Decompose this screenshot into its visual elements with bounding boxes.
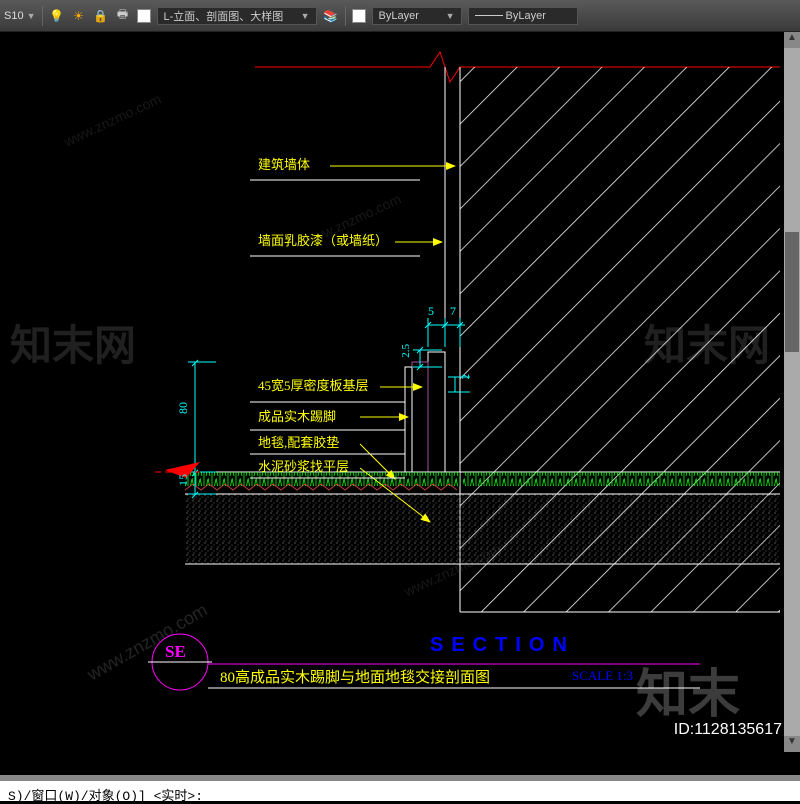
annot-carpet: 地毯,配套胶垫 — [258, 432, 339, 451]
command-line[interactable]: S)/窗口(W)/对象(O)] <实时>: — [0, 775, 800, 801]
layer-manager-icon[interactable]: 📚 — [323, 8, 339, 24]
section-header: SECTION — [430, 634, 575, 657]
separator — [42, 6, 43, 26]
image-id: ID:1128135617 — [666, 717, 790, 743]
scroll-up-arrow[interactable]: ▲ — [784, 32, 800, 48]
lock-icon[interactable]: 🔒 — [93, 8, 109, 24]
annot-paint: 墙面乳胶漆（或墙纸） — [258, 230, 388, 249]
layer-style-text: S10 — [4, 10, 24, 22]
dim-7: 7 — [450, 304, 456, 319]
dim-15: 15 — [176, 474, 191, 486]
sun-icon[interactable]: ☀ — [71, 8, 87, 24]
layer-name-text: L-立面、剖面图、大样图 — [164, 8, 284, 24]
command-text: S)/窗口(W)/对象(O)] <实时>: — [8, 789, 203, 804]
layer-name-dd[interactable]: L-立面、剖面图、大样图 ▼ — [157, 7, 317, 25]
toolbar: S10 ▼ 💡 ☀ 🔒 🖶 L-立面、剖面图、大样图 ▼ 📚 ByLayer ▼… — [0, 0, 800, 32]
scroll-down-arrow[interactable]: ▼ — [784, 736, 800, 752]
annot-wall: 建筑墙体 — [258, 154, 310, 173]
color-prop-dd[interactable]: ByLayer ▼ — [372, 7, 462, 25]
dim-2: 2 — [460, 374, 472, 380]
print-icon[interactable]: 🖶 — [115, 8, 131, 24]
drawing-title: 80高成品实木踢脚与地面地毯交接剖面图 — [220, 666, 490, 687]
annot-mdf: 45宽5厚密度板基层 — [258, 375, 369, 394]
bulb-icon[interactable]: 💡 — [49, 8, 65, 24]
dim-80: 80 — [176, 402, 191, 414]
chevron-down-icon: ▼ — [446, 11, 455, 21]
linetype-prop-text: ByLayer — [506, 10, 546, 22]
drawing-scale: SCALE 1:3 — [572, 668, 633, 684]
dim-2-5: 2.5 — [400, 344, 412, 358]
linetype-prop-dd[interactable]: ByLayer — [468, 7, 578, 25]
color-swatch[interactable] — [352, 9, 366, 23]
layer-color-swatch[interactable] — [137, 9, 151, 23]
section-tag: SE — [165, 642, 186, 662]
layer-style-dd[interactable]: S10 ▼ — [4, 10, 36, 22]
scroll-thumb[interactable] — [785, 232, 799, 352]
dim-5: 5 — [428, 304, 434, 319]
color-prop-text: ByLayer — [379, 10, 419, 22]
vertical-scrollbar[interactable]: ▲ ▼ — [784, 32, 800, 752]
separator — [345, 6, 346, 26]
chevron-down-icon: ▼ — [301, 11, 310, 21]
chevron-down-icon: ▼ — [27, 11, 36, 21]
annot-screed: 水泥砂浆找平层 — [258, 456, 349, 475]
linetype-preview — [475, 15, 503, 16]
drawing-canvas[interactable]: www.znzmo.com www.znzmo.com www.znzmo.co… — [0, 32, 800, 752]
cad-drawing — [0, 32, 800, 752]
annot-skirt: 成品实木踢脚 — [258, 406, 336, 425]
